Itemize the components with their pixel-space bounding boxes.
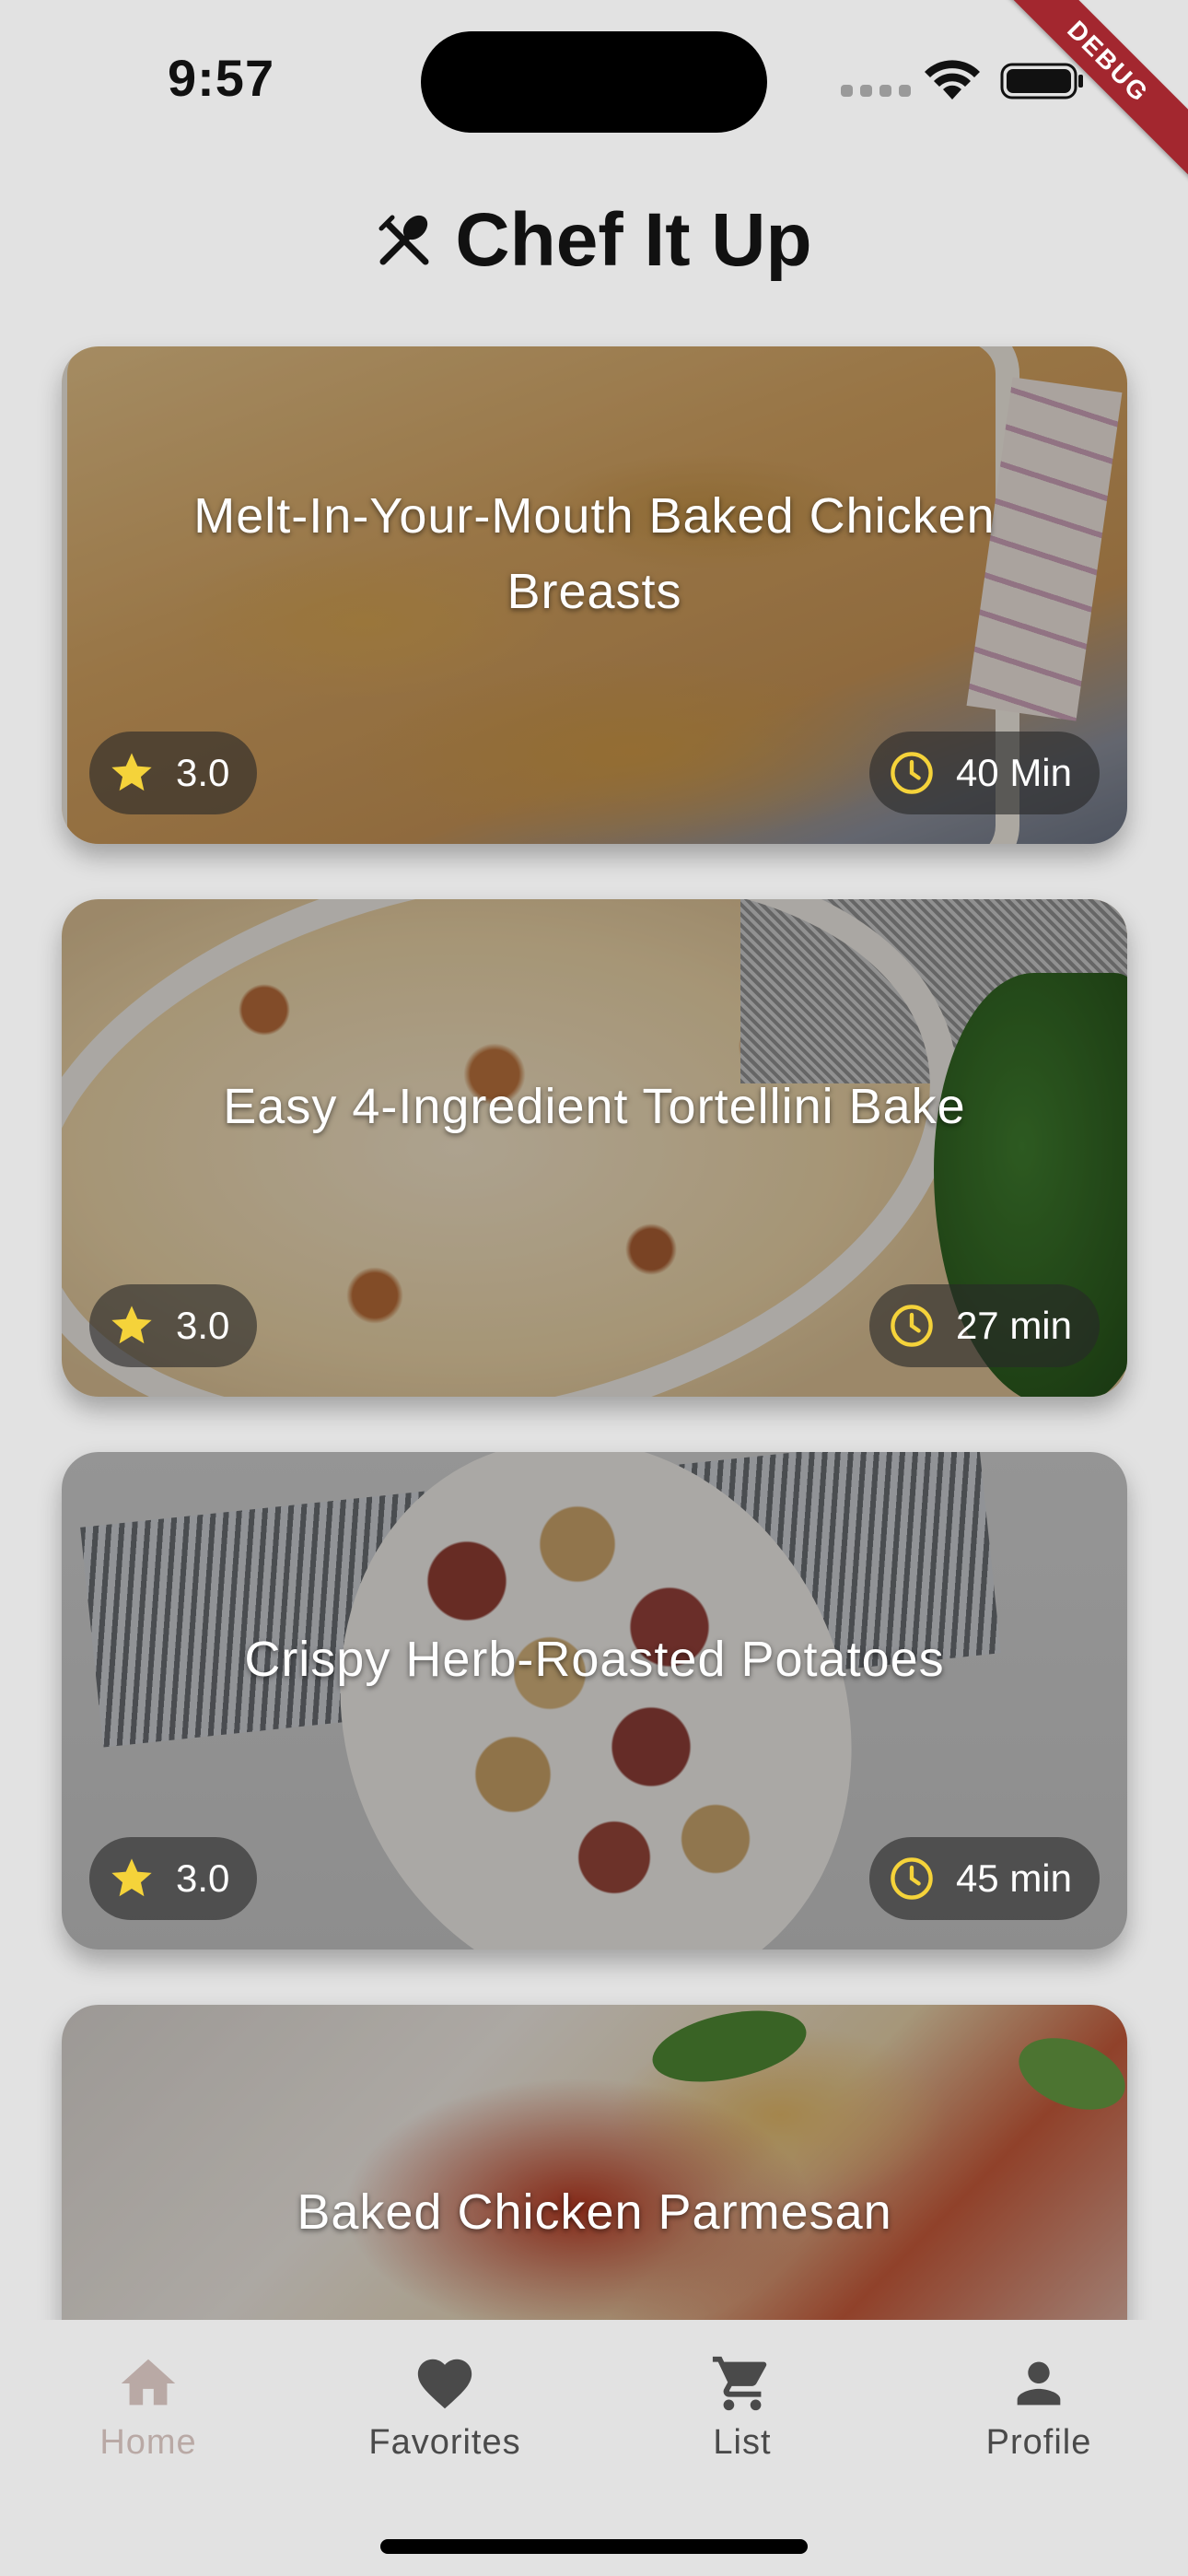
nav-home[interactable]: Home (38, 2351, 259, 2463)
clock-icon (891, 1305, 933, 1347)
time-badge: 45 min (868, 1837, 1100, 1920)
cook-time: 27 min (955, 1304, 1072, 1347)
rating-badge: 3.0 (89, 1837, 258, 1920)
bottom-nav: Home Favorites List Profile (0, 2320, 1188, 2576)
star-icon (111, 753, 152, 791)
person-icon (1017, 2361, 1061, 2406)
star-icon (111, 1306, 152, 1344)
recipe-card[interactable]: Crispy Herb-Roasted Potatoes 3.0 45 min (62, 1452, 1127, 1950)
time-badge: 40 Min (868, 732, 1100, 814)
clock-icon (891, 1857, 933, 1900)
nav-label: Profile (985, 2423, 1092, 2462)
nav-label: Home (99, 2423, 197, 2462)
cellular-signal-icon (841, 85, 911, 97)
nav-favorites[interactable]: Favorites (334, 2351, 555, 2463)
recipe-title: Melt-In-Your-Mouth Baked Chicken Breasts (193, 488, 996, 619)
app-header: Chef It Up (0, 190, 1188, 291)
status-time: 9:57 (168, 49, 275, 107)
dynamic-island (421, 31, 767, 133)
time-badge: 27 min (868, 1284, 1100, 1367)
nav-profile[interactable]: Profile (928, 2351, 1149, 2463)
battery-icon (1000, 63, 1083, 100)
rating-value: 3.0 (176, 1304, 230, 1347)
cart-icon (712, 2356, 767, 2411)
wifi-icon (925, 60, 980, 100)
star-icon (111, 1858, 152, 1897)
home-icon (121, 2359, 176, 2406)
recipe-title: Easy 4-Ingredient Tortellini Bake (223, 1079, 966, 1134)
clock-icon (891, 752, 933, 794)
recipe-feed[interactable]: Melt-In-Your-Mouth Baked Chicken Breasts… (62, 346, 1127, 2558)
rating-badge: 3.0 (89, 732, 258, 814)
nav-label: List (713, 2423, 772, 2462)
rating-value: 3.0 (176, 751, 230, 794)
recipe-title: Crispy Herb-Roasted Potatoes (244, 1632, 945, 1687)
rating-badge: 3.0 (89, 1284, 258, 1367)
cook-time: 40 Min (955, 751, 1072, 794)
home-indicator[interactable] (380, 2539, 808, 2554)
nav-list[interactable]: List (632, 2351, 853, 2463)
nav-label: Favorites (368, 2423, 521, 2462)
cook-time: 45 min (955, 1856, 1072, 1900)
app-title: Chef It Up (455, 198, 812, 282)
heart-icon (417, 2359, 472, 2409)
recipe-card[interactable]: Melt-In-Your-Mouth Baked Chicken Breasts… (62, 346, 1127, 844)
rating-value: 3.0 (176, 1856, 230, 1900)
utensils-crossed-icon (379, 215, 429, 265)
recipe-card[interactable]: Easy 4-Ingredient Tortellini Bake 3.0 27… (62, 899, 1127, 1397)
